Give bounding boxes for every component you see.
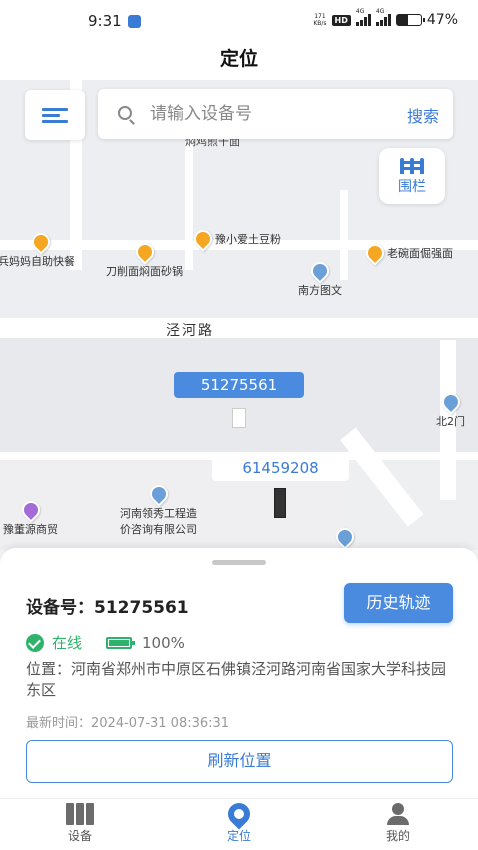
tab-location[interactable]: 定位 (199, 798, 279, 844)
history-track-button[interactable]: 历史轨迹 (344, 583, 453, 623)
poi-marker[interactable] (332, 524, 358, 550)
poi-text: 刀削面焖面砂锅 (106, 265, 183, 278)
battery-percent: 47% (426, 12, 458, 28)
search-input[interactable] (150, 101, 380, 127)
poi-text: 老碗面倔强面 (387, 247, 453, 260)
location-pin-icon (223, 798, 255, 830)
device-marker[interactable] (274, 488, 286, 518)
search-bar: 搜索 (98, 89, 453, 139)
poi-marker[interactable]: 河南领秀工程造 价咨询有限公司 (120, 481, 197, 537)
poi-pin-icon (17, 497, 44, 523)
poi-marker[interactable]: 北2门 (436, 389, 465, 429)
poi-pin-icon (145, 481, 172, 507)
header: 定位 (0, 42, 478, 80)
devices-icon (66, 803, 94, 825)
hd-badge: HD (331, 14, 351, 26)
device-number-value: 51275561 (94, 598, 189, 618)
fence-icon (400, 156, 424, 174)
online-status: 在线 (52, 634, 83, 652)
user-icon (385, 803, 411, 825)
poi-marker[interactable]: 豫董源商贸 (3, 497, 58, 537)
check-circle-icon (26, 633, 44, 652)
poi-marker[interactable]: 刀削面焖面砂锅 (106, 239, 183, 279)
device-number: 设备号：51275561 (26, 593, 189, 618)
poi-marker[interactable]: 南方图文 (298, 258, 342, 298)
status-time: 9:31 (88, 12, 122, 30)
net-speed: 171 KB/s (313, 13, 326, 27)
tab-devices[interactable]: 设备 (40, 803, 120, 844)
tab-label: 我的 (385, 829, 410, 843)
bottom-tab-bar: 设备 定位 我的 (0, 798, 478, 850)
signal-type-2: 4G (375, 8, 385, 15)
sheet-drag-handle[interactable] (212, 560, 266, 565)
menu-icon (42, 105, 68, 126)
net-speed-unit: KB/s (313, 20, 327, 27)
net-speed-value: 171 (314, 13, 326, 20)
tab-label: 设备 (67, 829, 92, 843)
map-road (0, 318, 478, 338)
poi-text: 河南领秀工程造 (120, 507, 197, 520)
poi-pin-icon (437, 389, 464, 415)
poi-pin-icon (362, 240, 388, 266)
poi-pin-icon (28, 229, 54, 255)
search-icon (118, 106, 132, 120)
fence-button[interactable]: 围栏 (379, 148, 445, 204)
fence-label: 围栏 (398, 179, 426, 195)
signal-type: 4G (355, 8, 365, 15)
search-button[interactable]: 搜索 (407, 103, 439, 127)
poi-text: 南方图文 (298, 284, 342, 297)
status-bar: 9:31 171 KB/s HD 4G 4G 47% (0, 0, 478, 42)
poi-marker[interactable]: 兵妈妈自助快餐 (0, 229, 75, 269)
signal-icon-2: 4G (375, 8, 391, 26)
poi-text: 北2门 (436, 415, 465, 428)
poi-marker[interactable]: 老碗面倔强面 (362, 240, 453, 266)
status-row: 在线 100% (26, 632, 185, 653)
device-number-label: 设备号： (26, 598, 94, 618)
device-info-sheet: 设备号：51275561 历史轨迹 在线 100% 位置：河南省郑州市中原区石佛… (0, 548, 478, 798)
device-marker[interactable] (232, 408, 246, 428)
device-tag[interactable]: 61459208 (212, 455, 349, 481)
poi-text: 价咨询有限公司 (120, 523, 197, 536)
poi-pin-icon (332, 524, 358, 550)
tab-mine[interactable]: 我的 (358, 803, 438, 844)
device-address: 位置：河南省郑州市中原区石佛镇泾河路河南省国家大学科技园东区 (26, 660, 447, 699)
app-notification-icon (128, 15, 141, 28)
update-time: 最新时间：2024-07-31 08:36:31 (26, 716, 230, 731)
poi-pin-icon (307, 258, 333, 284)
signal-icon: 4G (355, 8, 371, 26)
road-label: 泾河路 (166, 323, 214, 339)
battery-level: 100% (142, 633, 185, 652)
page-title: 定位 (219, 48, 258, 70)
poi-text: 豫董源商贸 (3, 523, 58, 536)
poi-pin-icon (190, 226, 216, 252)
map-view[interactable]: 泾河路 焖鸡煎干面 豫小爱土豆粉 兵妈妈自助快餐 刀削面焖面砂锅 南方图文 老碗… (0, 80, 478, 550)
poi-text: 豫小爱土豆粉 (215, 233, 281, 246)
menu-button[interactable] (25, 90, 85, 140)
battery-fill (396, 15, 409, 25)
poi-marker[interactable]: 豫小爱土豆粉 (190, 226, 281, 252)
refresh-location-button[interactable]: 刷新位置 (26, 740, 453, 783)
battery-icon (395, 14, 425, 26)
device-tag-active[interactable]: 51275561 (174, 372, 304, 398)
battery-full-icon (106, 636, 136, 649)
status-indicators: 171 KB/s HD 4G 4G 47% (313, 8, 458, 28)
poi-pin-icon (131, 239, 158, 265)
poi-text: 兵妈妈自助快餐 (0, 255, 75, 268)
